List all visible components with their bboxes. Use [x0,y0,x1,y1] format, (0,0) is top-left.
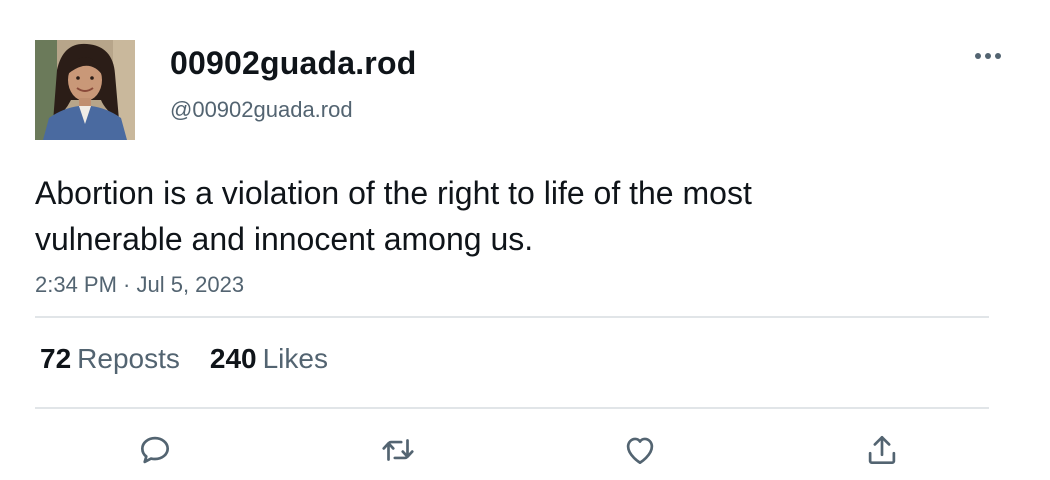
share-upload-icon [868,435,896,465]
reposts-count: 72 [40,343,72,374]
like-button[interactable] [618,428,662,472]
avatar-image [35,40,135,140]
divider [35,316,989,318]
tweet-text: Abortion is a violation of the right to … [35,175,752,257]
likes-label: Likes [262,343,328,374]
reposts-label: Reposts [77,343,180,374]
user-handle[interactable]: @00902guada.rod [170,96,353,124]
divider [35,407,989,409]
reposts-stat[interactable]: 72 Reposts [40,340,180,378]
share-button[interactable] [860,428,904,472]
likes-count: 240 [209,343,257,374]
speech-bubble-icon [140,436,170,464]
avatar[interactable] [35,40,135,140]
tweet-timestamp[interactable]: 2:34 PM · Jul 5, 2023 [35,270,244,300]
heart-icon [626,437,654,465]
engagement-stats: 72 Reposts 240 Likes [40,340,328,378]
display-name[interactable]: 00902guada.rod [170,44,416,82]
repost-arrows-icon [382,439,414,461]
reply-button[interactable] [133,428,177,472]
repost-button[interactable] [376,428,420,472]
more-dots-icon [975,53,1001,59]
likes-stat[interactable]: 240 Likes [210,340,328,378]
more-options-button[interactable] [968,40,1008,72]
